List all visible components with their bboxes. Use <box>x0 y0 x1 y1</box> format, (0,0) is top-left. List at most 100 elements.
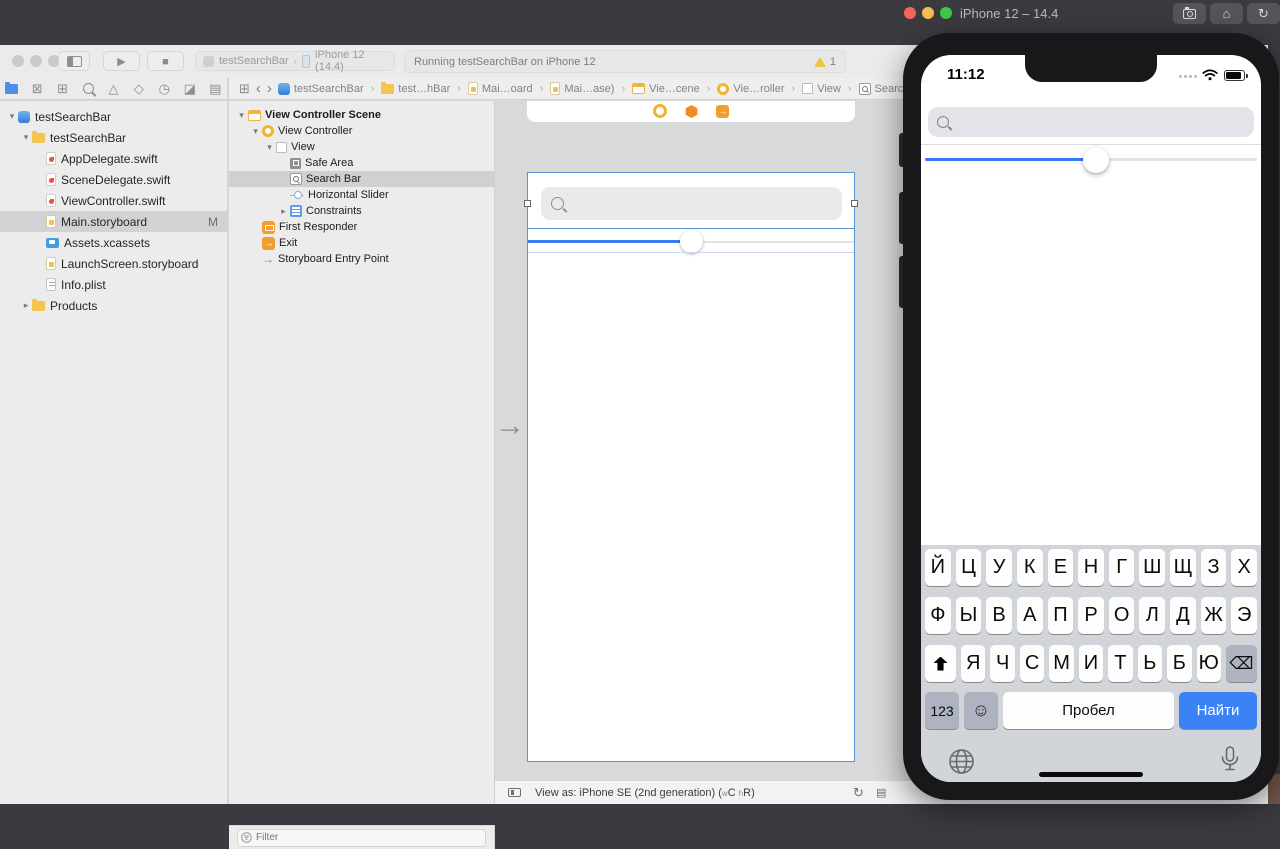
outline-row[interactable]: Horizontal Slider <box>229 187 494 203</box>
symbol-navigator-tab[interactable] <box>55 81 70 97</box>
key-Ь[interactable]: Ь <box>1137 645 1163 682</box>
outline-row[interactable]: ▾ View Controller Scene <box>229 107 494 123</box>
disclosure-triangle[interactable]: ▾ <box>235 110 248 121</box>
key-Ю[interactable]: Ю <box>1196 645 1221 682</box>
key-Г[interactable]: Г <box>1108 549 1135 586</box>
stop-button[interactable] <box>147 51 184 71</box>
view-as-label[interactable]: View as: iPhone SE (2nd generation) (wC … <box>535 787 755 799</box>
file-tree-row[interactable]: ▾ testSearchBar <box>0 127 227 148</box>
key-Ф[interactable]: Ф <box>925 597 951 634</box>
find-navigator-tab[interactable] <box>80 83 95 94</box>
key-И[interactable]: И <box>1078 645 1104 682</box>
test-navigator-tab[interactable] <box>131 81 146 97</box>
outline-row[interactable]: Storyboard Entry Point <box>229 251 494 267</box>
backspace-key[interactable]: ⌫ <box>1225 645 1257 682</box>
breadcrumb-item[interactable]: testSearchBar <box>277 82 364 95</box>
file-tree-row[interactable]: ViewController.swift <box>0 190 227 211</box>
file-tree-row[interactable]: AppDelegate.swift <box>0 148 227 169</box>
emoji-key[interactable]: ☺ <box>964 692 998 729</box>
disclosure-triangle[interactable]: ▾ <box>6 111 18 122</box>
key-Ж[interactable]: Ж <box>1200 597 1227 634</box>
view-controller-view[interactable] <box>524 172 858 762</box>
file-tree-row[interactable]: LaunchScreen.storyboard <box>0 253 227 274</box>
outline-row[interactable]: ▾ View Controller <box>229 123 494 139</box>
key-С[interactable]: С <box>1019 645 1045 682</box>
device-bezel-toggle-icon[interactable] <box>508 788 521 797</box>
disclosure-triangle[interactable]: ▾ <box>20 132 32 143</box>
key-В[interactable]: В <box>986 597 1012 634</box>
outline-row[interactable]: First Responder <box>229 219 494 235</box>
simulator-titlebar[interactable]: iPhone 12 – 14.4 <box>895 0 1280 27</box>
sim-zoom-button[interactable] <box>940 7 952 19</box>
key-Р[interactable]: Р <box>1078 597 1104 634</box>
key-Л[interactable]: Л <box>1139 597 1166 634</box>
key-Ч[interactable]: Ч <box>990 645 1015 682</box>
exit-dock-icon[interactable] <box>716 105 729 118</box>
canvas-search-bar[interactable] <box>541 187 842 220</box>
sim-minimize-button[interactable] <box>922 7 934 19</box>
mic-icon[interactable] <box>1218 745 1242 775</box>
source-control-tab[interactable] <box>29 81 44 97</box>
disclosure-triangle[interactable]: ▸ <box>277 206 290 217</box>
shift-key[interactable] <box>925 645 956 682</box>
breadcrumb-item[interactable]: Mai…ase) <box>550 82 614 95</box>
disclosure-triangle[interactable]: ▾ <box>263 142 276 153</box>
return-key[interactable]: Найти <box>1179 692 1257 729</box>
report-navigator-tab[interactable] <box>208 81 223 97</box>
file-tree-row[interactable]: Info.plist <box>0 274 227 295</box>
outline-row[interactable]: Search Bar <box>229 171 494 187</box>
key-Ш[interactable]: Ш <box>1139 549 1166 586</box>
iphone-screen[interactable]: 11:12 ЙЦУКЕНГШЩЗХ ФЫВАПРОЛДЖЭ Я Ч С М И Т Ь Б Ю ⌫… <box>921 55 1261 782</box>
outline-row[interactable]: ▸ Constraints <box>229 203 494 219</box>
toggle-navigator-button[interactable] <box>58 51 90 71</box>
slider-thumb[interactable] <box>1083 147 1109 173</box>
home-indicator[interactable] <box>1039 772 1143 777</box>
disclosure-triangle[interactable]: ▸ <box>20 300 32 311</box>
key-Щ[interactable]: Щ <box>1170 549 1196 586</box>
key-Й[interactable]: Й <box>925 549 951 586</box>
breadcrumb-item[interactable]: View <box>802 83 841 95</box>
breadcrumb-item[interactable]: Vie…roller <box>717 82 785 95</box>
resize-handle-right[interactable] <box>851 200 858 207</box>
warning-count[interactable]: 1 <box>830 56 836 68</box>
key-Б[interactable]: Б <box>1167 645 1192 682</box>
breadcrumb-item[interactable]: test…hBar <box>381 81 450 95</box>
breadcrumb-item[interactable]: Vie…cene <box>632 83 700 95</box>
file-tree-row[interactable]: ▾ testSearchBar <box>0 106 227 127</box>
file-tree-row[interactable]: ▸ Products <box>0 295 227 316</box>
key-П[interactable]: П <box>1047 597 1074 634</box>
window-minimize-button[interactable] <box>30 55 42 67</box>
project-navigator-tab[interactable] <box>4 81 19 94</box>
key-Х[interactable]: Х <box>1231 549 1258 586</box>
storyboard-entry-point-arrow[interactable]: → <box>495 409 525 443</box>
search-bar[interactable] <box>928 107 1254 137</box>
key-Д[interactable]: Д <box>1170 597 1196 634</box>
file-tree-row[interactable]: SceneDelegate.swift <box>0 169 227 190</box>
key-Ы[interactable]: Ы <box>955 597 982 634</box>
key-О[interactable]: О <box>1108 597 1135 634</box>
key-З[interactable]: З <box>1200 549 1227 586</box>
back-button[interactable]: ‹ <box>256 81 261 96</box>
file-tree-row[interactable]: Assets.xcassets <box>0 232 227 253</box>
space-key[interactable]: Пробел <box>1003 692 1174 729</box>
key-Т[interactable]: Т <box>1108 645 1133 682</box>
sim-close-button[interactable] <box>904 7 916 19</box>
outline-row[interactable]: Exit <box>229 235 494 251</box>
adjust-editor-icon[interactable]: ▤ <box>876 786 886 799</box>
disclosure-triangle[interactable]: ▾ <box>249 126 262 137</box>
key-У[interactable]: У <box>986 549 1012 586</box>
breakpoint-navigator-tab[interactable] <box>182 81 197 97</box>
numbers-key[interactable]: 123 <box>925 692 959 729</box>
key-Ц[interactable]: Ц <box>955 549 982 586</box>
first-responder-dock-icon[interactable] <box>685 105 698 118</box>
debug-navigator-tab[interactable] <box>157 81 172 97</box>
key-Е[interactable]: Е <box>1047 549 1074 586</box>
run-button[interactable] <box>103 51 140 71</box>
forward-button[interactable]: › <box>267 81 272 96</box>
key-А[interactable]: А <box>1016 597 1043 634</box>
file-tree-row[interactable]: Main.storyboard M <box>0 211 227 232</box>
resize-handle-left[interactable] <box>524 200 531 207</box>
globe-keyboard-icon[interactable] <box>948 748 975 775</box>
key-Н[interactable]: Н <box>1078 549 1104 586</box>
outline-row[interactable]: Safe Area <box>229 155 494 171</box>
